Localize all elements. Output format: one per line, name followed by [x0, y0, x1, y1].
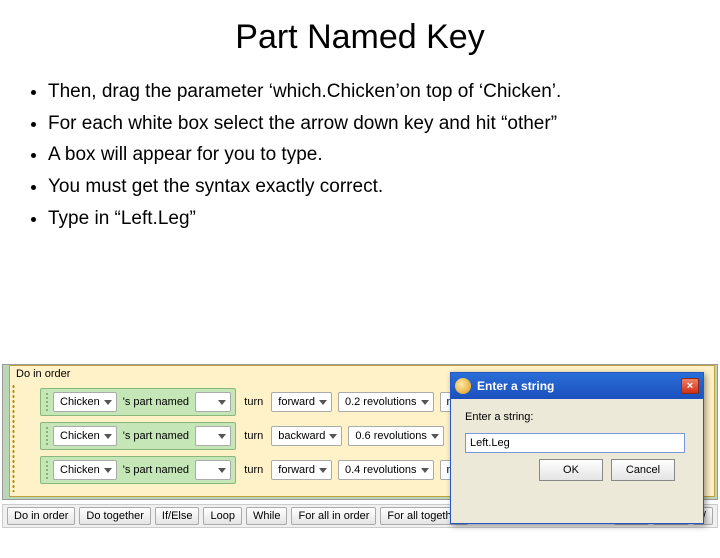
page-title: Part Named Key — [0, 18, 720, 57]
tile-for-all-in-order[interactable]: For all in order — [291, 507, 376, 525]
statement-row[interactable]: Chicken 's part named turn backward 0.6 … — [40, 422, 508, 450]
dialog-prompt: Enter a string: — [465, 411, 689, 423]
dialog-title-text: Enter a string — [477, 379, 554, 393]
part-name-dropdown[interactable] — [195, 426, 231, 446]
op-label: 's part named — [121, 430, 191, 442]
bullet-list: Then, drag the parameter ‘which.Chicken’… — [48, 79, 668, 231]
subject-tile[interactable]: Chicken 's part named — [40, 388, 236, 416]
part-name-dropdown[interactable] — [195, 392, 231, 412]
amount-dropdown[interactable]: 0.6 revolutions — [348, 426, 444, 446]
bullet-item: For each white box select the arrow down… — [48, 111, 668, 137]
chevron-down-icon — [218, 434, 226, 439]
direction-dropdown[interactable]: backward — [271, 426, 342, 446]
action-label: turn — [242, 430, 265, 442]
action-label: turn — [242, 396, 265, 408]
close-button[interactable]: × — [681, 378, 699, 394]
grip-icon[interactable] — [45, 426, 49, 446]
action-label: turn — [242, 464, 265, 476]
chevron-down-icon — [218, 468, 226, 473]
chevron-down-icon — [104, 400, 112, 405]
object-dropdown[interactable]: Chicken — [53, 426, 117, 446]
amount-dropdown[interactable]: 0.4 revolutions — [338, 460, 434, 480]
grip-icon[interactable] — [12, 384, 15, 492]
chevron-down-icon — [319, 468, 327, 473]
direction-dropdown[interactable]: forward — [271, 460, 332, 480]
chevron-down-icon — [104, 468, 112, 473]
chevron-down-icon — [431, 434, 439, 439]
tile-if-else[interactable]: If/Else — [155, 507, 200, 525]
chevron-down-icon — [104, 434, 112, 439]
tile-do-in-order[interactable]: Do in order — [7, 507, 75, 525]
statement-row[interactable]: Chicken 's part named turn forward 0.2 r… — [40, 388, 498, 416]
tile-loop[interactable]: Loop — [203, 507, 241, 525]
string-input[interactable] — [465, 433, 685, 453]
chevron-down-icon — [329, 434, 337, 439]
subject-tile[interactable]: Chicken 's part named — [40, 456, 236, 484]
bullet-item: A box will appear for you to type. — [48, 142, 668, 168]
enter-string-dialog: Enter a string × Enter a string: OK Canc… — [450, 372, 704, 524]
dialog-titlebar[interactable]: Enter a string × — [451, 373, 703, 399]
direction-dropdown[interactable]: forward — [271, 392, 332, 412]
chevron-down-icon — [421, 400, 429, 405]
op-label: 's part named — [121, 396, 191, 408]
ok-button[interactable]: OK — [539, 459, 603, 481]
chevron-down-icon — [218, 400, 226, 405]
bullet-item: Then, drag the parameter ‘which.Chicken’… — [48, 79, 668, 105]
amount-dropdown[interactable]: 0.2 revolutions — [338, 392, 434, 412]
op-label: 's part named — [121, 464, 191, 476]
tile-do-together[interactable]: Do together — [79, 507, 150, 525]
chevron-down-icon — [421, 468, 429, 473]
part-name-dropdown[interactable] — [195, 460, 231, 480]
bullet-item: Type in “Left.Leg” — [48, 206, 668, 232]
object-dropdown[interactable]: Chicken — [53, 460, 117, 480]
bullet-item: You must get the syntax exactly correct. — [48, 174, 668, 200]
statement-row[interactable]: Chicken 's part named turn forward 0.4 r… — [40, 456, 498, 484]
tile-while[interactable]: While — [246, 507, 288, 525]
cancel-button[interactable]: Cancel — [611, 459, 675, 481]
chevron-down-icon — [319, 400, 327, 405]
grip-icon[interactable] — [45, 392, 49, 412]
subject-tile[interactable]: Chicken 's part named — [40, 422, 236, 450]
grip-icon[interactable] — [45, 460, 49, 480]
app-icon — [455, 378, 471, 394]
object-dropdown[interactable]: Chicken — [53, 392, 117, 412]
